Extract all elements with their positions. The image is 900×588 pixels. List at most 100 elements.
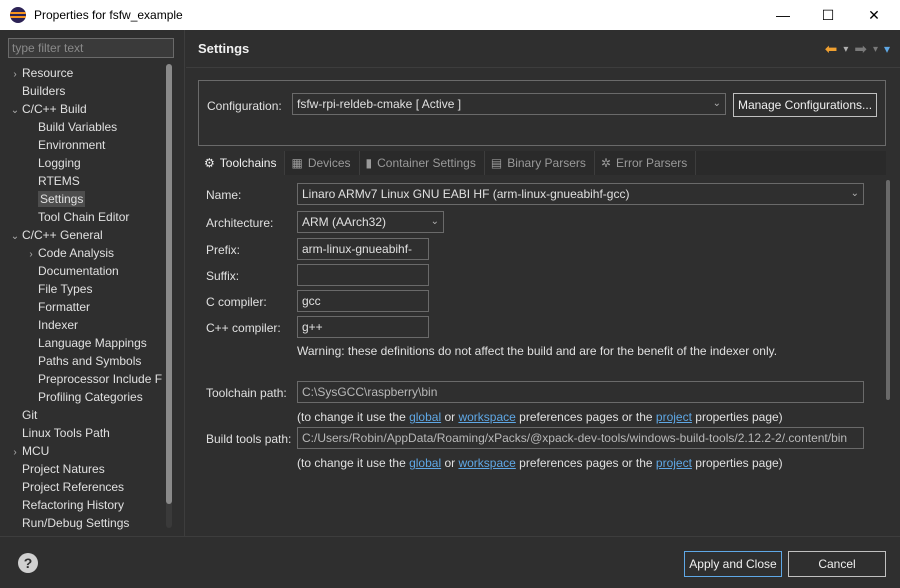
prefix-input[interactable]: arm-linux-gnueabihf- — [297, 238, 429, 260]
forward-arrow-icon[interactable]: ➡ — [854, 40, 867, 58]
tree-item[interactable]: Profiling Categories — [8, 388, 164, 406]
chevron-down-icon: ⌄ — [850, 188, 859, 199]
tree-item-label: Run/Debug Settings — [22, 516, 130, 530]
tree-item[interactable]: Formatter — [8, 298, 164, 316]
workspace-link[interactable]: workspace — [458, 456, 515, 470]
back-arrow-icon[interactable]: ⬅ — [825, 40, 838, 58]
tab-bar: ⚙ Toolchains ▦ Devices ▮ Container Settings ▤ B… — [198, 151, 886, 175]
cpp-compiler-input[interactable]: g++ — [297, 316, 429, 338]
tree-item[interactable]: Paths and Symbols — [8, 352, 164, 370]
configuration-select[interactable]: fsfw-rpi-reldeb-cmake [ Active ] ⌄ — [292, 93, 726, 115]
c-compiler-label: C compiler: — [206, 295, 267, 309]
tab-label: Toolchains — [219, 156, 277, 170]
settings-scrollbar[interactable] — [886, 180, 890, 400]
tree-item-label: Resource — [22, 66, 74, 80]
name-value: Linaro ARMv7 Linux GNU EABI HF (arm-linu… — [302, 187, 630, 201]
configuration-label: Configuration: — [207, 99, 282, 113]
note-text: (to change it use the — [297, 456, 410, 470]
tab-label: Container Settings — [377, 156, 476, 170]
tree-item[interactable]: Git — [8, 406, 164, 424]
tree-item[interactable]: Logging — [8, 154, 164, 172]
name-label: Name: — [206, 188, 242, 202]
configuration-group: Configuration: fsfw-rpi-reldeb-cmake [ A… — [198, 80, 886, 146]
tab-devices[interactable]: ▦ Devices — [285, 151, 360, 175]
toolchain-path-note: (to change it use the global or workspac… — [297, 410, 783, 424]
suffix-input[interactable] — [297, 264, 429, 286]
forward-dropdown-icon[interactable]: ▾ — [873, 44, 878, 55]
tree-item-label: Paths and Symbols — [38, 354, 142, 368]
back-dropdown-icon[interactable]: ▾ — [843, 44, 848, 55]
window-title: Properties for fsfw_example — [34, 8, 183, 22]
c-compiler-input[interactable]: gcc — [297, 290, 429, 312]
view-menu-icon[interactable]: ▾ — [884, 42, 890, 56]
eclipse-logo-icon — [10, 7, 26, 23]
tree-item-label: Build Variables — [38, 120, 118, 134]
tree-item[interactable]: Environment — [8, 136, 164, 154]
toolchain-path-field[interactable]: C:\SysGCC\raspberry\bin — [297, 381, 864, 403]
note-text: (to change it use the — [297, 410, 410, 424]
tree-item[interactable]: Language Mappings — [8, 334, 164, 352]
tree-item[interactable]: Indexer — [8, 316, 164, 334]
tab-toolchains[interactable]: ⚙ Toolchains — [198, 151, 286, 175]
tree-item[interactable]: Tool Chain Editor — [8, 208, 164, 226]
tab-label: Error Parsers — [615, 156, 688, 170]
tab-container-settings[interactable]: ▮ Container Settings — [360, 151, 485, 175]
tree-item[interactable]: Build Variables — [8, 118, 164, 136]
tree-item[interactable]: ⌄ C/C++ General — [8, 226, 164, 244]
tree-item[interactable]: Run/Debug Settings — [8, 514, 164, 532]
tree-item-label: Documentation — [38, 264, 119, 278]
tree-item-label: Builders — [22, 84, 66, 98]
tree-item[interactable]: Refactoring History — [8, 496, 164, 514]
tree-item-label: Profiling Categories — [38, 390, 143, 404]
workspace-link[interactable]: workspace — [458, 410, 515, 424]
tree-item[interactable]: File Types — [8, 280, 164, 298]
tree-item[interactable]: Builders — [8, 82, 164, 100]
tree-scrollbar-thumb[interactable] — [166, 64, 172, 504]
project-link[interactable]: project — [656, 410, 692, 424]
note-text: properties page) — [691, 456, 783, 470]
global-link[interactable]: global — [409, 456, 441, 470]
project-link[interactable]: project — [656, 456, 692, 470]
tree-item[interactable]: › MCU — [8, 442, 164, 460]
minimize-button[interactable]: — — [760, 0, 806, 30]
filter-input[interactable] — [8, 38, 174, 58]
tree-item[interactable]: › Code Analysis — [8, 244, 164, 262]
maximize-button[interactable]: ☐ — [805, 0, 851, 30]
apply-and-close-button[interactable]: Apply and Close — [684, 551, 782, 577]
build-tools-path-field[interactable]: C:/Users/Robin/AppData/Roaming/xPacks/@x… — [297, 427, 864, 449]
cancel-button[interactable]: Cancel — [788, 551, 886, 577]
tab-binary-parsers[interactable]: ▤ Binary Parsers — [485, 151, 595, 175]
tree-item-label: Tool Chain Editor — [38, 210, 130, 224]
global-link[interactable]: global — [409, 410, 441, 424]
close-button[interactable]: ✕ — [851, 0, 897, 30]
container-icon: ▮ — [365, 156, 373, 170]
tree-item-label: Settings — [38, 191, 86, 207]
help-icon[interactable]: ? — [18, 553, 38, 573]
tree-item-label: Linux Tools Path — [22, 426, 110, 440]
tree-item-label: RTEMS — [38, 174, 80, 188]
tree-item[interactable]: Preprocessor Include F — [8, 370, 164, 388]
tree-item[interactable]: Documentation — [8, 262, 164, 280]
cpp-compiler-label: C++ compiler: — [206, 321, 281, 335]
tree-scrollbar[interactable] — [166, 64, 172, 528]
tree-item[interactable]: ⌄ C/C++ Build — [8, 100, 164, 118]
note-text: preferences pages or the — [515, 456, 656, 470]
page-header: Settings — [186, 30, 900, 68]
tab-error-parsers[interactable]: ✲ Error Parsers — [595, 151, 697, 175]
property-tree: › Resource Builders ⌄ C/C++ Build Build Varia… — [8, 64, 164, 534]
note-text: or — [441, 410, 459, 424]
architecture-select[interactable]: ARM (AArch32) ⌄ — [297, 211, 444, 233]
tree-item[interactable]: RTEMS — [8, 172, 164, 190]
error-icon: ✲ — [600, 156, 611, 170]
tree-item-label: Preprocessor Include F — [38, 372, 163, 386]
tree-item[interactable]: › Resource — [8, 64, 164, 82]
tree-item[interactable]: Settings — [8, 190, 164, 208]
manage-configurations-button[interactable]: Manage Configurations... — [733, 93, 877, 117]
tree-item-label: Logging — [38, 156, 81, 170]
dialog-footer: ? Apply and Close Cancel — [0, 536, 900, 588]
name-select[interactable]: Linaro ARMv7 Linux GNU EABI HF (arm-linu… — [297, 183, 864, 205]
chip-icon: ▦ — [291, 156, 303, 170]
tree-item[interactable]: Project Natures — [8, 460, 164, 478]
tree-item[interactable]: Project References — [8, 478, 164, 496]
tree-item[interactable]: Linux Tools Path — [8, 424, 164, 442]
